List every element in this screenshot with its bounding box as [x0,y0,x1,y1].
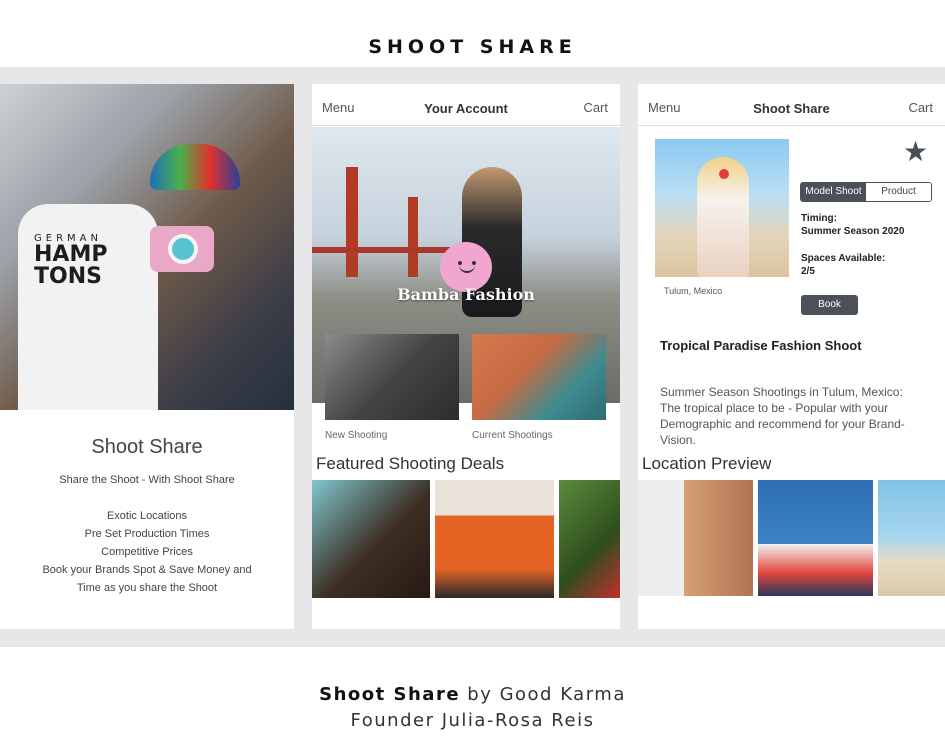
shoot-title: Tropical Paradise Fashion Shoot [660,338,862,353]
product-name: Shoot Share [319,684,461,705]
feature-item: Book your Brands Spot & Save Money and [42,564,252,576]
app-header: Menu Shoot Share Cart [638,84,945,126]
camera-graphic [150,226,214,272]
deal-thumb[interactable] [312,480,430,598]
shoot-type-toggle[interactable]: Model Shoot Product [800,182,932,202]
location-preview-heading: Location Preview [642,454,772,473]
intro-panel: GERMAN HAMP TONS Shoot Share Share the S… [0,84,294,629]
company-credit: by Good Karma [460,684,626,705]
current-shootings-thumb[interactable] [472,334,606,420]
cart-link[interactable]: Cart [908,100,933,115]
current-shootings-label[interactable]: Current Shootings [472,430,553,441]
feature-item: Time as you share the Shoot [76,582,218,594]
feature-item: Pre Set Production Times [84,528,210,540]
account-screen: Menu Your Account Cart Bamba Fashion New… [312,84,620,629]
feature-item: Competitive Prices [101,546,193,558]
intro-tagline: Share the Shoot - With Shoot Share [59,474,235,486]
founder-credit: Founder Julia-Rosa Reis [350,710,595,731]
location-thumb[interactable] [878,480,945,596]
shirt-print: GERMAN HAMP TONS [34,234,107,288]
shoot-photo [655,139,789,277]
deal-thumb[interactable] [559,480,620,598]
star-icon[interactable]: ★ [903,138,928,166]
book-button[interactable]: Book [801,295,858,315]
cap-graphic [150,144,240,190]
feature-item: Exotic Locations [106,510,188,522]
segment-model-shoot[interactable]: Model Shoot [801,183,866,201]
segment-product[interactable]: Product [866,183,931,201]
spaces-value: 2/5 [801,266,815,277]
screen-title: Shoot Share [753,101,830,116]
timing-value: Summer Season 2020 [801,226,905,237]
shirt-line-3: TONS [34,264,102,289]
deals-heading: Featured Shooting Deals [316,454,505,473]
shoot-description: Summer Season Shootings in Tulum, Mexico… [660,385,905,447]
spaces-label: Spaces Available: [801,253,886,264]
credit-line: Shoot Share by Good Karma [0,684,945,705]
shirt-line-2: HAMP [34,242,108,267]
new-shooting-thumb[interactable] [325,334,459,420]
location-thumb[interactable] [638,480,753,596]
shoot-detail-screen: Menu Shoot Share Cart Tulum, Mexico ★ Mo… [638,84,945,629]
deal-thumb[interactable] [435,480,554,598]
intro-heading: Shoot Share [91,436,203,458]
app-header: Menu Your Account Cart [312,84,620,126]
page-title: SHOOT SHARE [368,36,577,58]
hero-photo: GERMAN HAMP TONS [0,84,294,410]
brand-name: Bamba Fashion [397,285,535,304]
timing-label: Timing: [801,213,837,224]
location-caption: Tulum, Mexico [664,286,723,296]
new-shooting-label[interactable]: New Shooting [325,430,387,441]
screen-title: Your Account [424,101,508,116]
cart-link[interactable]: Cart [583,100,608,115]
location-thumb[interactable] [758,480,873,596]
